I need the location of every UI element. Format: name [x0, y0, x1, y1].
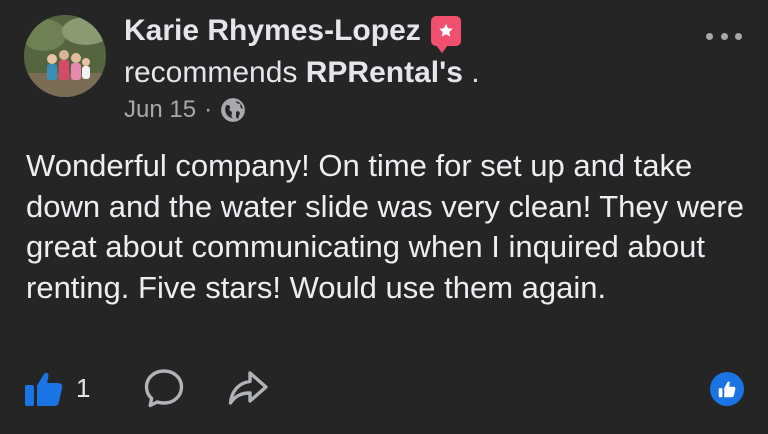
more-options-icon[interactable]	[706, 24, 742, 48]
comment-button[interactable]	[142, 366, 186, 410]
author-line: Karie Rhymes-Lopez	[124, 14, 461, 53]
globe-icon[interactable]	[220, 97, 246, 123]
avatar-photo	[24, 15, 106, 97]
share-button[interactable]	[226, 366, 270, 410]
comment-icon	[142, 366, 186, 410]
action-bar: 1	[22, 366, 270, 410]
author-name[interactable]: Karie Rhymes-Lopez	[124, 14, 421, 48]
post-date[interactable]: Jun 15	[124, 96, 196, 124]
more-dot	[735, 32, 742, 40]
recommend-badge-icon	[430, 16, 461, 53]
post-body: Wonderful company! On time for set up an…	[26, 148, 744, 305]
avatar[interactable]	[24, 15, 106, 97]
like-button[interactable]: 1	[22, 366, 90, 410]
page-name-link[interactable]: RPRental's	[306, 56, 463, 89]
more-dot	[706, 32, 713, 40]
like-reaction-icon[interactable]	[710, 372, 744, 406]
like-count: 1	[76, 372, 91, 403]
share-icon	[226, 366, 270, 410]
more-dot	[720, 32, 728, 40]
post-meta: Jun 15 ·	[124, 96, 246, 124]
trailing-punctuation: .	[462, 56, 480, 89]
recommendation-line: recommends RPRental's .	[124, 56, 480, 90]
recommends-label: recommends	[124, 56, 298, 89]
meta-separator: ·	[204, 96, 213, 123]
thumbs-up-icon	[22, 366, 66, 410]
